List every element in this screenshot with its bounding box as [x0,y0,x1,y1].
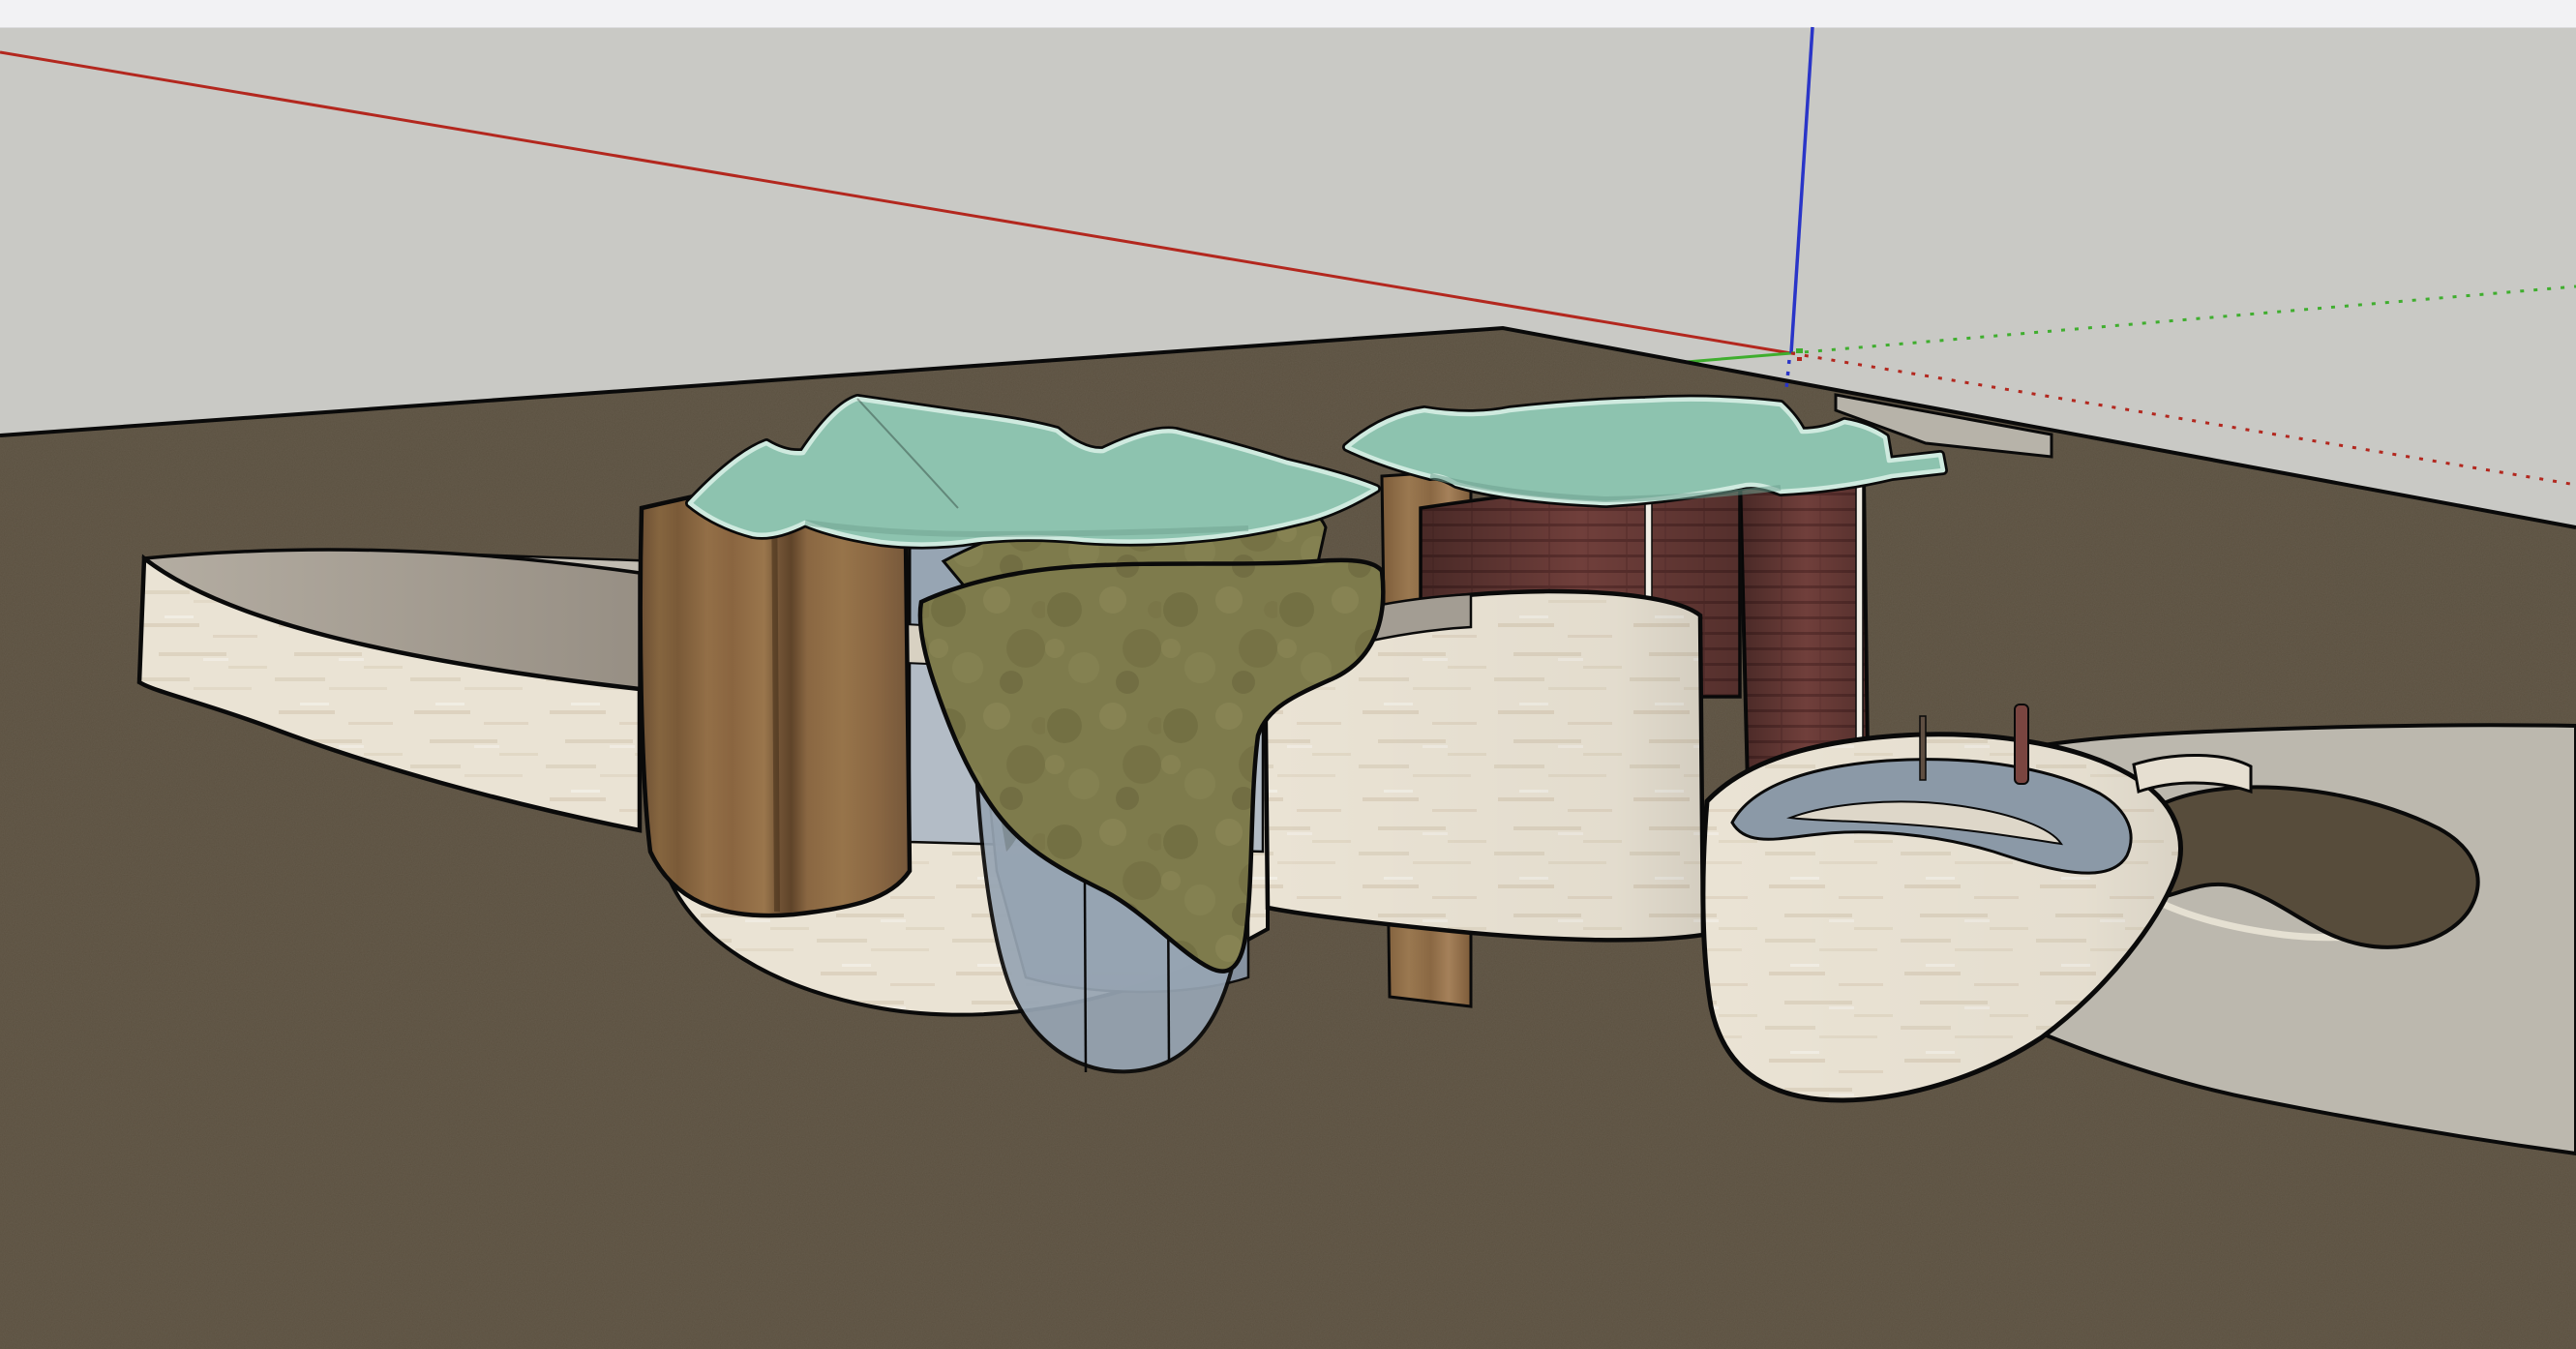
origin-green-tick [1796,348,1803,353]
3d-viewport[interactable] [0,0,2576,1349]
courtyard-red-pole[interactable] [2015,704,2028,784]
top-bar [0,0,2576,27]
courtyard-thin-pole [1920,716,1926,780]
viewport-canvas[interactable] [0,0,2576,1349]
wood-seam [774,476,777,912]
origin-red-tick [1797,357,1802,361]
